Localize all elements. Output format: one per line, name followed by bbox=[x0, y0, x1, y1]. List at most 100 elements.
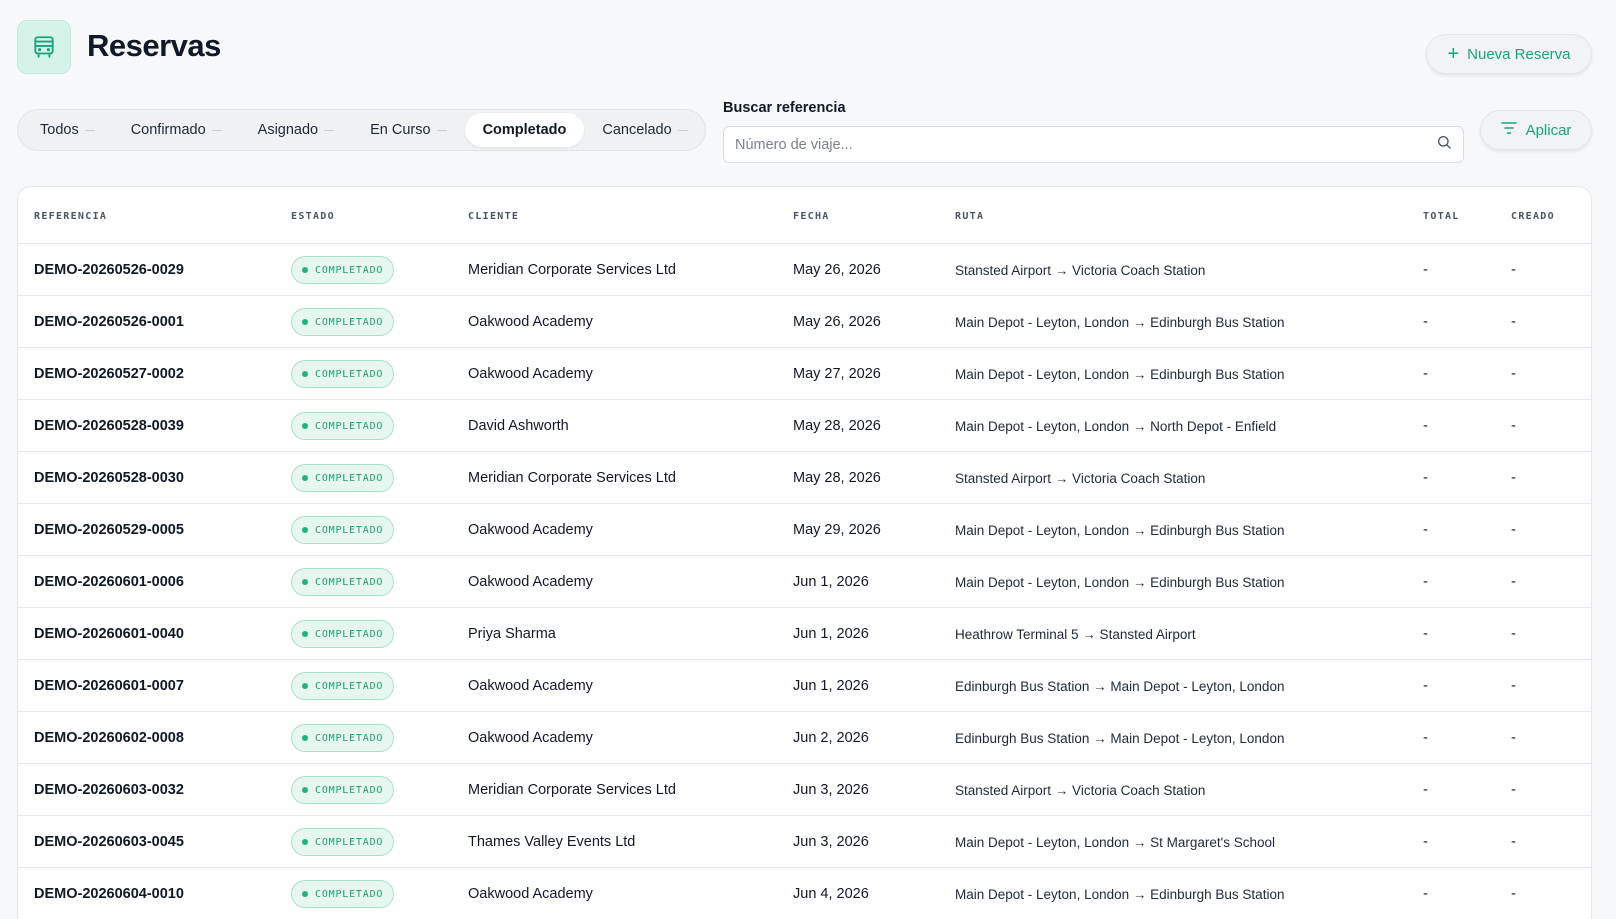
table-row[interactable]: DEMO-20260604-0010 COMPLETADO Oakwood Acad… bbox=[18, 868, 1591, 919]
status-cell: COMPLETADO bbox=[291, 816, 395, 868]
apply-label: Aplicar bbox=[1525, 121, 1572, 139]
column-header-total[interactable]: TOTAL bbox=[1423, 211, 1460, 222]
reservations-table: REFERENCIA ESTADO CLIENTE FECHA RUTA TOT… bbox=[17, 186, 1592, 919]
status-badge: COMPLETADO bbox=[291, 464, 395, 492]
status-cell: COMPLETADO bbox=[291, 452, 395, 504]
column-header-client[interactable]: CLIENTE bbox=[468, 211, 519, 222]
status-dot-icon bbox=[302, 787, 308, 793]
status-cell: COMPLETADO bbox=[291, 868, 395, 919]
tab-todos[interactable]: Todos bbox=[22, 113, 113, 147]
apply-filter-button[interactable]: Aplicar bbox=[1480, 110, 1592, 150]
total-cell: - bbox=[1423, 886, 1428, 902]
search-field bbox=[723, 126, 1464, 163]
column-header-status[interactable]: ESTADO bbox=[291, 211, 335, 222]
search-input[interactable] bbox=[735, 136, 1436, 153]
client-cell: Meridian Corporate Services Ltd bbox=[468, 782, 676, 798]
status-text: COMPLETADO bbox=[315, 784, 384, 796]
status-dot-icon bbox=[302, 267, 308, 273]
client-cell: Oakwood Academy bbox=[468, 522, 593, 538]
column-header-date[interactable]: FECHA bbox=[793, 211, 830, 222]
route-cell: Stansted Airport → Victoria Coach Statio… bbox=[955, 262, 1206, 278]
status-badge: COMPLETADO bbox=[291, 776, 395, 804]
client-cell: Oakwood Academy bbox=[468, 366, 593, 382]
client-cell: Meridian Corporate Services Ltd bbox=[468, 262, 676, 278]
date-cell: Jun 1, 2026 bbox=[793, 678, 869, 694]
table-row[interactable]: DEMO-20260603-0032 COMPLETADO Meridian Cor… bbox=[18, 764, 1591, 816]
table-row[interactable]: DEMO-20260528-0030 COMPLETADO Meridian Cor… bbox=[18, 452, 1591, 504]
reference-cell: DEMO-20260528-0039 bbox=[34, 418, 184, 434]
status-badge: COMPLETADO bbox=[291, 620, 395, 648]
reference-cell: DEMO-20260526-0001 bbox=[34, 314, 184, 330]
status-badge: COMPLETADO bbox=[291, 672, 395, 700]
created-cell: - bbox=[1511, 782, 1516, 798]
status-text: COMPLETADO bbox=[315, 472, 384, 484]
route-cell: Main Depot - Leyton, London → Edinburgh … bbox=[955, 522, 1285, 538]
reference-cell: DEMO-20260601-0040 bbox=[34, 626, 184, 642]
reference-cell: DEMO-20260603-0045 bbox=[34, 834, 184, 850]
table-row[interactable]: DEMO-20260601-0006 COMPLETADO Oakwood Acad… bbox=[18, 556, 1591, 608]
client-cell: Meridian Corporate Services Ltd bbox=[468, 470, 676, 486]
reference-cell: DEMO-20260529-0005 bbox=[34, 522, 184, 538]
created-cell: - bbox=[1511, 418, 1516, 434]
tab-en-curso[interactable]: En Curso bbox=[352, 113, 464, 147]
table-row[interactable]: DEMO-20260527-0002 COMPLETADO Oakwood Acad… bbox=[18, 348, 1591, 400]
status-filter-tabs: Todos Confirmado Asignado En Curso Completad… bbox=[17, 109, 706, 151]
status-cell: COMPLETADO bbox=[291, 556, 395, 608]
date-cell: Jun 1, 2026 bbox=[793, 574, 869, 590]
column-header-created[interactable]: CREADO bbox=[1511, 211, 1555, 222]
table-row[interactable]: DEMO-20260603-0045 COMPLETADO Thames Valle… bbox=[18, 816, 1591, 868]
status-badge: COMPLETADO bbox=[291, 880, 395, 908]
tab-asignado[interactable]: Asignado bbox=[240, 113, 352, 147]
tab-completado[interactable]: Completado bbox=[464, 113, 585, 147]
client-cell: Oakwood Academy bbox=[468, 730, 593, 746]
reference-cell: DEMO-20260528-0030 bbox=[34, 470, 184, 486]
column-header-reference[interactable]: REFERENCIA bbox=[34, 211, 107, 222]
table-row[interactable]: DEMO-20260529-0005 COMPLETADO Oakwood Acad… bbox=[18, 504, 1591, 556]
total-cell: - bbox=[1423, 834, 1428, 850]
status-dot-icon bbox=[302, 423, 308, 429]
status-cell: COMPLETADO bbox=[291, 608, 395, 660]
created-cell: - bbox=[1511, 730, 1516, 746]
date-cell: Jun 2, 2026 bbox=[793, 730, 869, 746]
status-badge: COMPLETADO bbox=[291, 256, 395, 284]
route-cell: Stansted Airport → Victoria Coach Statio… bbox=[955, 782, 1206, 798]
tab-label: Todos bbox=[40, 122, 79, 138]
total-cell: - bbox=[1423, 782, 1428, 798]
total-cell: - bbox=[1423, 574, 1428, 590]
route-cell: Heathrow Terminal 5 → Stansted Airport bbox=[955, 626, 1196, 642]
search-icon[interactable] bbox=[1436, 134, 1452, 155]
tab-label: Confirmado bbox=[130, 122, 206, 138]
route-cell: Main Depot - Leyton, London → Edinburgh … bbox=[955, 314, 1285, 330]
table-row[interactable]: DEMO-20260601-0040 COMPLETADO Priya Sharma… bbox=[18, 608, 1591, 660]
status-badge: COMPLETADO bbox=[291, 516, 395, 544]
table-row[interactable]: DEMO-20260602-0008 COMPLETADO Oakwood Acad… bbox=[18, 712, 1591, 764]
status-text: COMPLETADO bbox=[315, 888, 384, 900]
status-text: COMPLETADO bbox=[315, 576, 384, 588]
tab-label: En Curso bbox=[370, 122, 431, 138]
column-header-route[interactable]: RUTA bbox=[955, 211, 984, 222]
table-row[interactable]: DEMO-20260526-0029 COMPLETADO Meridian Cor… bbox=[18, 244, 1591, 296]
total-cell: - bbox=[1423, 262, 1428, 278]
status-cell: COMPLETADO bbox=[291, 660, 395, 712]
status-cell: COMPLETADO bbox=[291, 348, 395, 400]
tab-separator bbox=[84, 129, 95, 131]
route-cell: Edinburgh Bus Station → Main Depot - Ley… bbox=[955, 678, 1285, 694]
reference-cell: DEMO-20260526-0029 bbox=[34, 262, 184, 278]
status-dot-icon bbox=[302, 839, 308, 845]
status-text: COMPLETADO bbox=[315, 368, 384, 380]
tab-separator bbox=[211, 129, 222, 131]
client-cell: Priya Sharma bbox=[468, 626, 556, 642]
tab-confirmado[interactable]: Confirmado bbox=[113, 113, 240, 147]
table-row[interactable]: DEMO-20260526-0001 COMPLETADO Oakwood Acad… bbox=[18, 296, 1591, 348]
table-row[interactable]: DEMO-20260601-0007 COMPLETADO Oakwood Acad… bbox=[18, 660, 1591, 712]
status-text: COMPLETADO bbox=[315, 316, 384, 328]
total-cell: - bbox=[1423, 314, 1428, 330]
route-cell: Stansted Airport → Victoria Coach Statio… bbox=[955, 470, 1206, 486]
status-badge: COMPLETADO bbox=[291, 724, 395, 752]
new-reservation-button[interactable]: + Nueva Reserva bbox=[1426, 34, 1592, 74]
tab-cancelado[interactable]: Cancelado bbox=[584, 113, 705, 147]
status-cell: COMPLETADO bbox=[291, 504, 395, 556]
date-cell: May 26, 2026 bbox=[793, 262, 881, 278]
tab-label: Completado bbox=[482, 122, 567, 138]
table-row[interactable]: DEMO-20260528-0039 COMPLETADO David Ashwor… bbox=[18, 400, 1591, 452]
